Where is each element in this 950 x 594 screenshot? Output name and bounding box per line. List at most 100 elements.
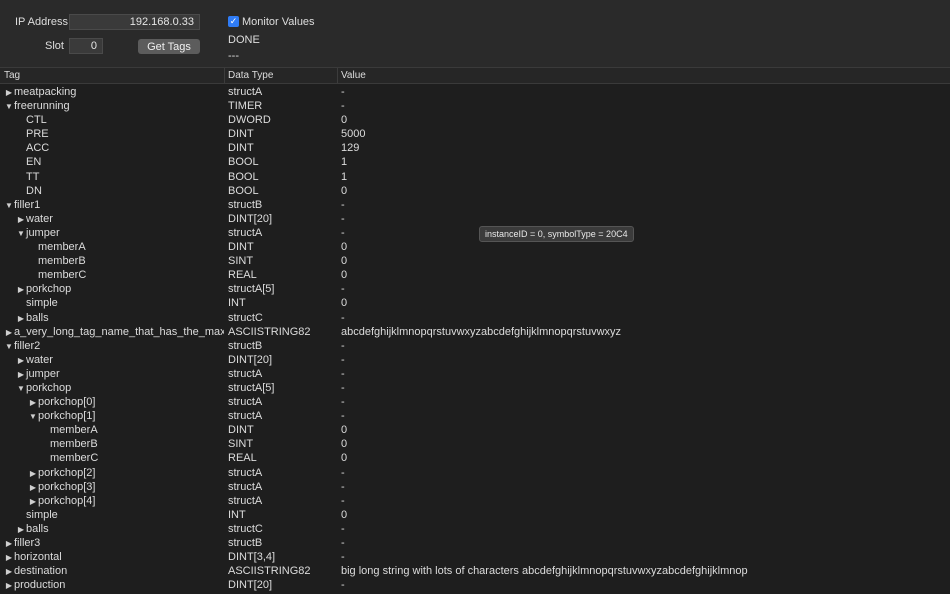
disclosure-triangle-right-icon[interactable]: ▶: [4, 551, 14, 565]
table-row[interactable]: ▼freerunning TIMER -: [0, 99, 950, 113]
tag-cell: simple: [0, 296, 236, 310]
value-cell: -: [341, 339, 345, 352]
monitor-values-checkbox[interactable]: ✓: [228, 16, 239, 27]
data-type-cell: DWORD: [228, 114, 271, 127]
value-cell: -: [341, 226, 345, 239]
table-row[interactable]: ▶ water DINT[20] -: [0, 353, 950, 367]
disclosure-triangle-down-icon[interactable]: ▼: [4, 340, 14, 354]
get-tags-button[interactable]: Get Tags: [138, 39, 200, 54]
column-header-tag[interactable]: Tag: [4, 68, 20, 83]
value-cell: -: [341, 212, 345, 225]
column-divider[interactable]: [224, 68, 225, 83]
ip-address-input[interactable]: [69, 14, 200, 30]
table-row[interactable]: simple INT 0: [0, 508, 950, 522]
table-row[interactable]: ▶ balls structC -: [0, 522, 950, 536]
table-row[interactable]: ▶ a_very_long_tag_name_that_has_the_max_n…: [0, 325, 950, 339]
table-row[interactable]: ▶ jumper structA -: [0, 367, 950, 381]
disclosure-triangle-right-icon[interactable]: ▶: [4, 579, 14, 593]
disclosure-triangle-right-icon[interactable]: ▶: [16, 523, 26, 537]
disclosure-triangle-right-icon[interactable]: ▶: [28, 396, 38, 410]
slot-label: Slot: [45, 40, 64, 52]
table-row[interactable]: CTL DWORD 0: [0, 113, 950, 127]
column-header-data-type[interactable]: Data Type: [228, 68, 273, 83]
table-row[interactable]: memberB SINT 0: [0, 437, 950, 451]
disclosure-triangle-right-icon[interactable]: ▶: [16, 368, 26, 382]
disclosure-triangle-down-icon[interactable]: ▼: [16, 382, 26, 396]
table-row[interactable]: memberC REAL 0: [0, 268, 950, 282]
disclosure-triangle-right-icon[interactable]: ▶: [4, 326, 14, 340]
table-row[interactable]: memberC REAL 0: [0, 451, 950, 465]
tag-name: memberB: [38, 255, 86, 268]
tag-cell: memberC: [0, 268, 248, 282]
column-divider[interactable]: [337, 68, 338, 83]
disclosure-triangle-right-icon[interactable]: ▶: [4, 537, 14, 551]
table-row[interactable]: ▶ destination ASCIISTRING82 big long string…: [0, 564, 950, 578]
table-row[interactable]: ▶ porkchop[0] structA -: [0, 395, 950, 409]
tooltip: instanceID = 0, symbolType = 20C4: [479, 226, 634, 242]
tag-cell: memberC: [0, 451, 260, 465]
data-type-cell: structA[5]: [228, 283, 275, 296]
disclosure-triangle-right-icon[interactable]: ▶: [4, 565, 14, 579]
table-row[interactable]: PRE DINT 5000: [0, 127, 950, 141]
value-cell: -: [341, 410, 345, 423]
table-row[interactable]: ▼filler2 structB -: [0, 339, 950, 353]
disclosure-triangle-right-icon[interactable]: ▶: [16, 354, 26, 368]
table-row[interactable]: memberA DINT 0: [0, 423, 950, 437]
table-row[interactable]: ▼filler1 structB -: [0, 198, 950, 212]
table-row[interactable]: ▶ porkchop[4] structA -: [0, 494, 950, 508]
table-row[interactable]: memberB SINT 0: [0, 254, 950, 268]
table-row[interactable]: ▶ porkchop[3] structA -: [0, 480, 950, 494]
disclosure-triangle-right-icon[interactable]: ▶: [16, 312, 26, 326]
tag-cell: CTL: [0, 113, 236, 127]
table-row[interactable]: ▶ meatpacking structA -: [0, 85, 950, 99]
disclosure-triangle-down-icon[interactable]: ▼: [4, 199, 14, 213]
disclosure-triangle-right-icon[interactable]: ▶: [28, 495, 38, 509]
table-row[interactable]: ▶ porkchop structA[5] -: [0, 282, 950, 296]
table-row[interactable]: ▶ filler3 structB -: [0, 536, 950, 550]
table-row[interactable]: TT BOOL 1: [0, 170, 950, 184]
disclosure-triangle-down-icon[interactable]: ▼: [4, 100, 14, 114]
disclosure-triangle-right-icon[interactable]: ▶: [16, 283, 26, 297]
table-row[interactable]: ▼porkchop structA[5] -: [0, 381, 950, 395]
table-row[interactable]: memberA DINT 0: [0, 240, 950, 254]
tag-cell: ▶ porkchop[3]: [0, 480, 248, 495]
table-row[interactable]: ▶ horizontal DINT[3,4] -: [0, 550, 950, 564]
value-cell: -: [341, 311, 345, 324]
data-type-cell: structA: [228, 410, 263, 423]
monitor-values-label[interactable]: Monitor Values: [242, 16, 315, 28]
data-type-cell: structC: [228, 522, 263, 535]
tag-cell: memberA: [0, 240, 248, 254]
disclosure-triangle-right-icon[interactable]: ▶: [4, 86, 14, 100]
table-row[interactable]: ▶ porkchop[2] structA -: [0, 466, 950, 480]
value-cell: big long string with lots of characters …: [341, 565, 748, 578]
tag-name: porkchop[4]: [38, 494, 96, 507]
tag-name: filler1: [14, 198, 41, 211]
column-header-value[interactable]: Value: [341, 68, 366, 83]
table-row[interactable]: EN BOOL 1: [0, 155, 950, 169]
table-row[interactable]: ACC DINT 129: [0, 141, 950, 155]
tag-outline-view[interactable]: ▶ meatpacking structA - ▼freerunning TIMER - CT…: [0, 85, 950, 592]
tag-cell: ▶ horizontal: [0, 550, 224, 565]
value-cell: 0: [341, 452, 348, 465]
disclosure-triangle-down-icon[interactable]: ▼: [28, 410, 38, 424]
table-row[interactable]: ▼porkchop[1] structA -: [0, 409, 950, 423]
tag-cell: ACC: [0, 141, 236, 155]
table-row[interactable]: simple INT 0: [0, 296, 950, 310]
disclosure-triangle-right-icon[interactable]: ▶: [28, 467, 38, 481]
table-row[interactable]: ▶ production DINT[20] -: [0, 578, 950, 592]
disclosure-triangle-right-icon[interactable]: ▶: [28, 481, 38, 495]
table-row[interactable]: ▼jumper structA -: [0, 226, 950, 240]
slot-input[interactable]: [69, 38, 103, 54]
table-row[interactable]: ▶ water DINT[20] -: [0, 212, 950, 226]
disclosure-triangle-down-icon[interactable]: ▼: [16, 227, 26, 241]
tag-name: porkchop[1]: [38, 410, 96, 423]
value-cell: -: [341, 537, 345, 549]
table-row[interactable]: DN BOOL 0: [0, 184, 950, 198]
disclosure-triangle-right-icon[interactable]: ▶: [16, 213, 26, 227]
tag-cell: ▼filler2: [0, 339, 224, 354]
value-cell: -: [341, 381, 345, 394]
table-row[interactable]: ▶ balls structC -: [0, 311, 950, 325]
tag-name: filler3: [14, 537, 41, 549]
value-cell: -: [341, 522, 345, 535]
data-type-cell: structA: [228, 480, 263, 493]
